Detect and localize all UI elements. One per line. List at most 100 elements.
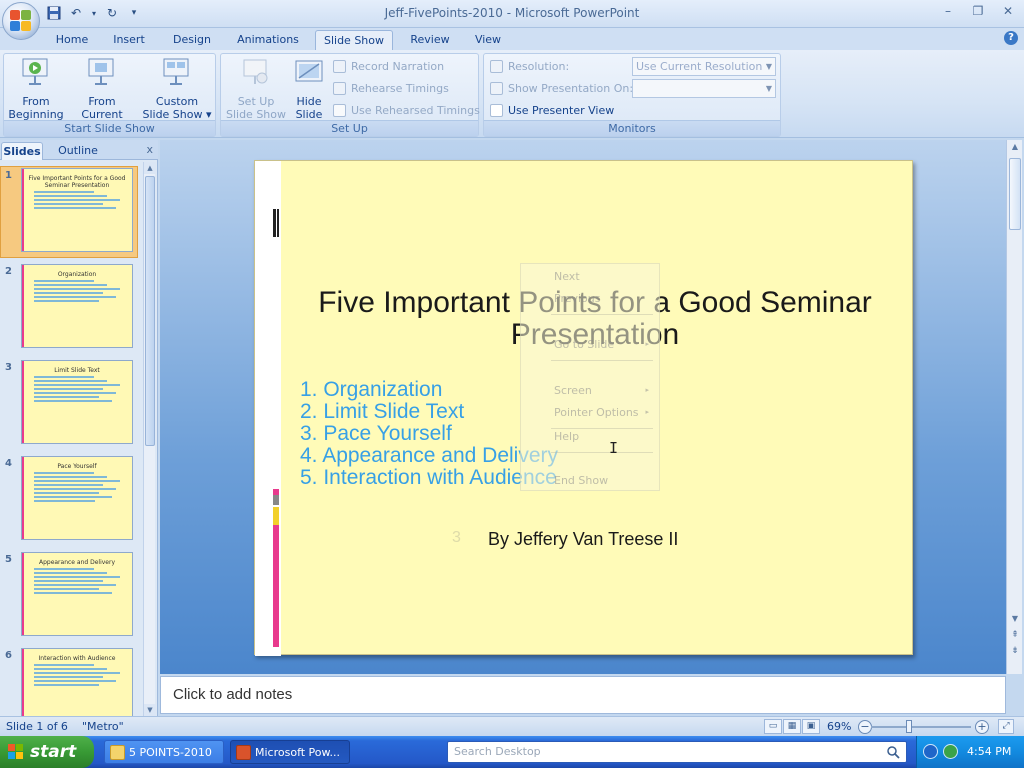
menu-divider — [551, 428, 653, 429]
scroll-up-icon[interactable]: ▲ — [1007, 140, 1023, 154]
previous-slide-icon[interactable]: ⇞ — [1007, 628, 1023, 642]
zoom-slider-handle[interactable] — [906, 720, 912, 733]
minimize-button[interactable]: – — [940, 2, 956, 20]
taskbar-folder-label: 5 POINTS-2010 — [129, 746, 212, 759]
tab-design[interactable]: Design — [166, 30, 218, 50]
window-title: Jeff-FivePoints-2010 - Microsoft PowerPo… — [384, 6, 640, 20]
use-presenter-view-checkbox[interactable]: Use Presenter View — [490, 100, 614, 120]
resolution-combo[interactable]: Use Current Resolution ▼ — [632, 57, 776, 76]
office-button[interactable] — [2, 2, 40, 40]
slide-scrollbar[interactable]: ▲ ▼ ⇞ ⇟ — [1006, 140, 1022, 674]
thumbnail-text-line — [34, 484, 103, 486]
thumbnail-text-line — [34, 668, 107, 670]
thumbnail-text-line — [34, 568, 94, 570]
menu-item-help[interactable]: Help — [554, 430, 579, 443]
tray-arrow-icon[interactable] — [923, 744, 938, 759]
use-rehearsed-timings-checkbox[interactable]: Use Rehearsed Timings — [333, 100, 480, 120]
custom-slide-show-button[interactable]: Custom Slide Show ▾ — [141, 56, 213, 121]
deco-bar — [273, 507, 279, 525]
zoom-in-button[interactable]: + — [975, 720, 989, 734]
hide-slide-button[interactable]: Hide Slide — [289, 56, 329, 121]
slide-thumbnail[interactable]: Appearance and Delivery — [21, 552, 133, 636]
current-slide[interactable]: Five Important Points for a Good Seminar… — [254, 160, 913, 656]
slide-thumbnail[interactable]: Five Important Points for a Good Seminar… — [21, 168, 133, 252]
hide-slide-label: Hide Slide — [295, 95, 323, 121]
tab-slide-show[interactable]: Slide Show — [315, 30, 393, 50]
scroll-thumb[interactable] — [1009, 158, 1021, 230]
taskbar-folder-button[interactable]: 5 POINTS-2010 — [104, 740, 224, 764]
close-button[interactable]: ✕ — [1000, 2, 1016, 20]
slide-sorter-button[interactable]: ▦ — [783, 719, 801, 734]
restore-button[interactable]: ❐ — [970, 2, 986, 20]
search-icon[interactable] — [886, 745, 900, 759]
menu-item-previous[interactable]: Previous — [554, 292, 601, 305]
menu-item-screen[interactable]: Screen — [554, 384, 592, 397]
thumbnail-text-line — [34, 380, 107, 382]
tray-network-icon[interactable] — [943, 744, 958, 759]
folder-icon — [110, 745, 125, 760]
slide-show-view-button[interactable]: ▣ — [802, 719, 820, 734]
desktop-search-input[interactable]: Search Desktop — [447, 741, 907, 763]
scroll-up-icon[interactable]: ▲ — [144, 162, 156, 174]
fit-to-window-icon[interactable]: ⤢ — [998, 719, 1014, 734]
show-on-label-row: Show Presentation On: — [490, 78, 633, 98]
system-tray: 4:54 PM — [916, 736, 1024, 768]
next-slide-icon[interactable]: ⇟ — [1007, 644, 1023, 658]
slide-thumbnail[interactable]: Limit Slide Text — [21, 360, 133, 444]
thumbnail-accent-bar — [22, 265, 24, 347]
deco-bar — [273, 495, 279, 505]
zoom-slider-track[interactable] — [871, 726, 971, 728]
normal-view-button[interactable]: ▭ — [764, 719, 782, 734]
tab-view[interactable]: View — [467, 30, 509, 50]
scroll-down-icon[interactable]: ▼ — [1007, 612, 1023, 626]
show-on-combo[interactable]: ▼ — [632, 79, 776, 98]
close-icon[interactable]: x — [146, 143, 153, 156]
tab-outline[interactable]: Outline — [52, 142, 104, 160]
slide-thumbnail[interactable]: Organization — [21, 264, 133, 348]
thumbnail-text-line — [34, 288, 120, 290]
menu-item-end-show[interactable]: End Show — [554, 474, 608, 487]
notes-pane[interactable]: Click to add notes — [160, 676, 1006, 714]
thumbnail-text-line — [34, 676, 103, 678]
scroll-thumb[interactable] — [145, 176, 155, 446]
menu-item-pointer-options[interactable]: Pointer Options — [554, 406, 639, 419]
thumbnail-number: 1 — [5, 170, 12, 181]
set-up-slide-show-button[interactable]: Set Up Slide Show — [225, 56, 287, 121]
taskbar-powerpoint-button[interactable]: Microsoft Pow... — [230, 740, 350, 764]
deco-bar — [273, 209, 276, 237]
zoom-level[interactable]: 69% — [827, 720, 851, 733]
slides-pane: Slides Outline x 1 Five Important Points … — [0, 140, 158, 732]
start-button[interactable]: start — [0, 736, 94, 768]
thumbnail-text-line — [34, 396, 99, 398]
record-narration-button[interactable]: Record Narration — [333, 56, 444, 76]
record-narration-label: Record Narration — [351, 59, 445, 73]
scroll-down-icon[interactable]: ▼ — [144, 704, 156, 716]
slide-thumbnail[interactable]: Pace Yourself — [21, 456, 133, 540]
menu-item-go-to-slide[interactable]: Go to Slide — [554, 338, 614, 351]
tab-review[interactable]: Review — [405, 30, 455, 50]
from-beginning-button[interactable]: From Beginning — [7, 56, 65, 121]
tab-slides[interactable]: Slides — [1, 142, 43, 160]
thumbnail-text-line — [34, 191, 94, 193]
thumbnail-title: Limit Slide Text — [54, 367, 100, 374]
tab-animations[interactable]: Animations — [232, 30, 304, 50]
thumbnail-text-line — [34, 384, 120, 386]
slide-subtitle[interactable]: 3 By Jeffery Van Treese II — [452, 529, 678, 550]
zoom-out-button[interactable]: − — [858, 720, 872, 734]
chevron-down-icon: ▼ — [765, 62, 772, 71]
rehearse-timings-button[interactable]: Rehearse Timings — [333, 78, 449, 98]
group-set-up: Set Up Slide Show Hide Slide Record Narr… — [220, 53, 480, 137]
help-icon[interactable]: ? — [1004, 31, 1018, 45]
tab-home[interactable]: Home — [50, 30, 94, 50]
thumbnail-text-line — [34, 300, 99, 302]
thumbnail-text-line — [34, 684, 99, 686]
tab-insert[interactable]: Insert — [108, 30, 150, 50]
thumbnail-text-line — [34, 480, 120, 482]
thumbnail-text-line — [34, 580, 103, 582]
thumbnail-number: 6 — [5, 650, 12, 661]
search-placeholder: Search Desktop — [454, 745, 541, 758]
menu-divider — [551, 360, 653, 361]
menu-item-next[interactable]: Next — [554, 270, 580, 283]
thumbnails-scrollbar[interactable]: ▲ ▼ — [143, 162, 156, 716]
thumbnail-text-line — [34, 207, 116, 209]
